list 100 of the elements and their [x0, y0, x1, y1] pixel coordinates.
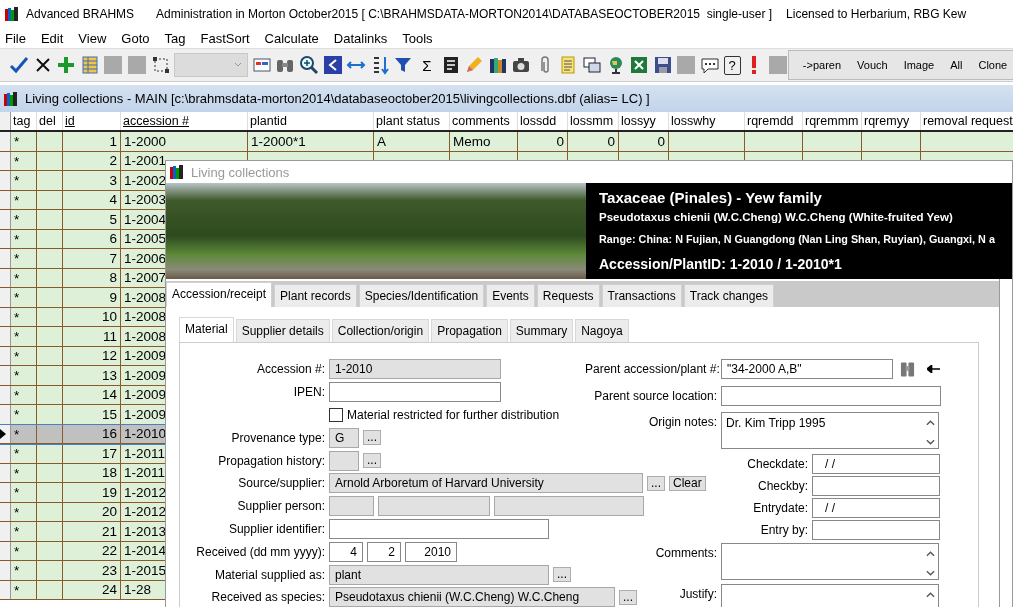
column-header[interactable]: rqremdd: [747, 114, 794, 128]
tab[interactable]: Material: [179, 317, 234, 342]
zoom-in-icon[interactable]: [298, 55, 319, 75]
toolbar-button[interactable]: Clone: [970, 55, 1013, 75]
scroll-up-icon[interactable]: [926, 550, 935, 557]
toolbar-button[interactable]: All: [942, 55, 971, 75]
column-header[interactable]: tag: [13, 114, 31, 128]
table-cell: 1-2007: [124, 270, 167, 286]
scroll-up-icon[interactable]: [926, 591, 935, 598]
checkbox[interactable]: [329, 408, 343, 422]
windows-icon[interactable]: [582, 55, 603, 75]
input-field[interactable]: 1-2010: [329, 359, 501, 380]
memo-field[interactable]: [721, 542, 939, 580]
row-selector[interactable]: [0, 424, 11, 443]
tab[interactable]: Collection/origin: [331, 319, 430, 342]
input-field[interactable]: [812, 519, 940, 540]
tab[interactable]: Track changes: [683, 284, 775, 307]
input-field[interactable]: [329, 518, 549, 539]
check-icon[interactable]: [9, 55, 29, 75]
input-field[interactable]: [721, 386, 941, 407]
table-cell: 1-2015: [124, 562, 167, 578]
table-cell: 1-2005: [124, 231, 167, 247]
tab[interactable]: Accession/receipt: [166, 282, 273, 307]
books-icon[interactable]: [487, 55, 508, 75]
input-field[interactable]: [812, 475, 940, 496]
column-header[interactable]: del: [39, 114, 56, 128]
toolbar-button[interactable]: Image: [895, 55, 943, 75]
tab[interactable]: Supplier details: [235, 319, 330, 342]
binoculars-icon[interactable]: [900, 360, 915, 379]
column-header[interactable]: comments: [452, 114, 510, 128]
table-cell: 7: [109, 250, 117, 266]
browse-button[interactable]: ...: [553, 567, 571, 583]
column-header[interactable]: removal request: [923, 114, 1013, 128]
menu-item[interactable]: Edit: [40, 30, 64, 46]
speech-bubble-icon[interactable]: [700, 55, 721, 75]
menu-item[interactable]: Tag: [164, 30, 186, 46]
input-field[interactable]: [494, 496, 644, 517]
input-field[interactable]: [329, 450, 359, 471]
input-field[interactable]: 2010: [405, 541, 457, 562]
help-icon[interactable]: ?: [723, 55, 741, 75]
menu-item[interactable]: File: [5, 30, 26, 46]
filter-icon[interactable]: [393, 55, 414, 75]
tab[interactable]: Transactions: [601, 284, 682, 307]
table-cell: *: [14, 173, 20, 188]
tab[interactable]: Propagation: [431, 319, 508, 342]
camera-icon[interactable]: [511, 55, 532, 75]
left-chevron-icon[interactable]: [322, 55, 343, 75]
column-header[interactable]: lossyy: [621, 114, 656, 128]
input-field[interactable]: "34-2000 A,B": [721, 359, 893, 380]
scroll-down-icon[interactable]: [926, 569, 935, 576]
input-field[interactable]: 2: [367, 541, 401, 562]
input-field[interactable]: plant: [329, 564, 549, 585]
memo-field[interactable]: Dr. Kim Tripp 1995: [721, 411, 939, 449]
menu-item[interactable]: FastSort: [200, 30, 250, 46]
column-header[interactable]: id: [65, 114, 75, 128]
input-field[interactable]: / /: [812, 453, 940, 474]
input-field[interactable]: [329, 382, 501, 403]
tab[interactable]: Summary: [509, 319, 574, 342]
menu-item[interactable]: Tools: [402, 30, 433, 46]
column-header[interactable]: lossdd: [520, 114, 557, 128]
crop-icon[interactable]: [150, 55, 171, 75]
tab[interactable]: Nagoya: [575, 319, 629, 342]
form-icon[interactable]: [251, 55, 272, 75]
input-field[interactable]: Arnold Arboretum of Harvard University: [329, 473, 643, 494]
tab[interactable]: Events: [486, 284, 535, 307]
browse-button[interactable]: ...: [647, 475, 665, 491]
column-header[interactable]: lossmm: [570, 114, 614, 128]
scroll-down-icon[interactable]: [926, 438, 935, 445]
column-header[interactable]: rqremmm: [805, 114, 859, 128]
input-field[interactable]: G: [329, 427, 359, 448]
column-header[interactable]: plant status: [376, 114, 440, 128]
column-header[interactable]: rqremyy: [864, 114, 910, 128]
input-field[interactable]: [329, 496, 374, 517]
menu-item[interactable]: Datalinks: [333, 30, 388, 46]
column-header[interactable]: losswhy: [671, 114, 716, 128]
browse-button[interactable]: ...: [363, 430, 381, 446]
menu-item[interactable]: Goto: [121, 30, 150, 46]
column-header[interactable]: plantid: [250, 114, 287, 128]
browse-button[interactable]: ...: [363, 453, 381, 469]
left-arrow-icon[interactable]: [927, 365, 940, 374]
browse-button[interactable]: ...: [619, 589, 637, 605]
grid-icon[interactable]: [79, 55, 100, 75]
input-field[interactable]: [378, 496, 490, 517]
toolbar-button[interactable]: ->paren: [794, 55, 850, 75]
scroll-up-icon[interactable]: [926, 419, 935, 426]
column-header[interactable]: accession #: [123, 114, 189, 128]
save-icon[interactable]: [652, 55, 673, 75]
toolbar-button[interactable]: Vouch: [849, 55, 896, 75]
sum-icon[interactable]: Σ: [416, 56, 437, 74]
tab[interactable]: Species/Identification: [358, 284, 485, 307]
menu-item[interactable]: View: [78, 30, 107, 46]
spreadsheet-icon[interactable]: [629, 55, 650, 75]
table-row[interactable]: * 1 1-2000 1-2000*1 A Memo 0 0 0: [0, 132, 1013, 152]
menu-item[interactable]: Calculate: [264, 30, 319, 46]
input-field[interactable]: / /: [812, 497, 940, 518]
input-field[interactable]: 4: [329, 541, 363, 562]
input-field[interactable]: Pseudotaxus chienii (W.C.Cheng) W.C.Cheng: [329, 587, 615, 607]
tab[interactable]: Requests: [536, 284, 600, 307]
clear-button[interactable]: Clear: [669, 475, 706, 491]
tab[interactable]: Plant records: [274, 284, 357, 307]
